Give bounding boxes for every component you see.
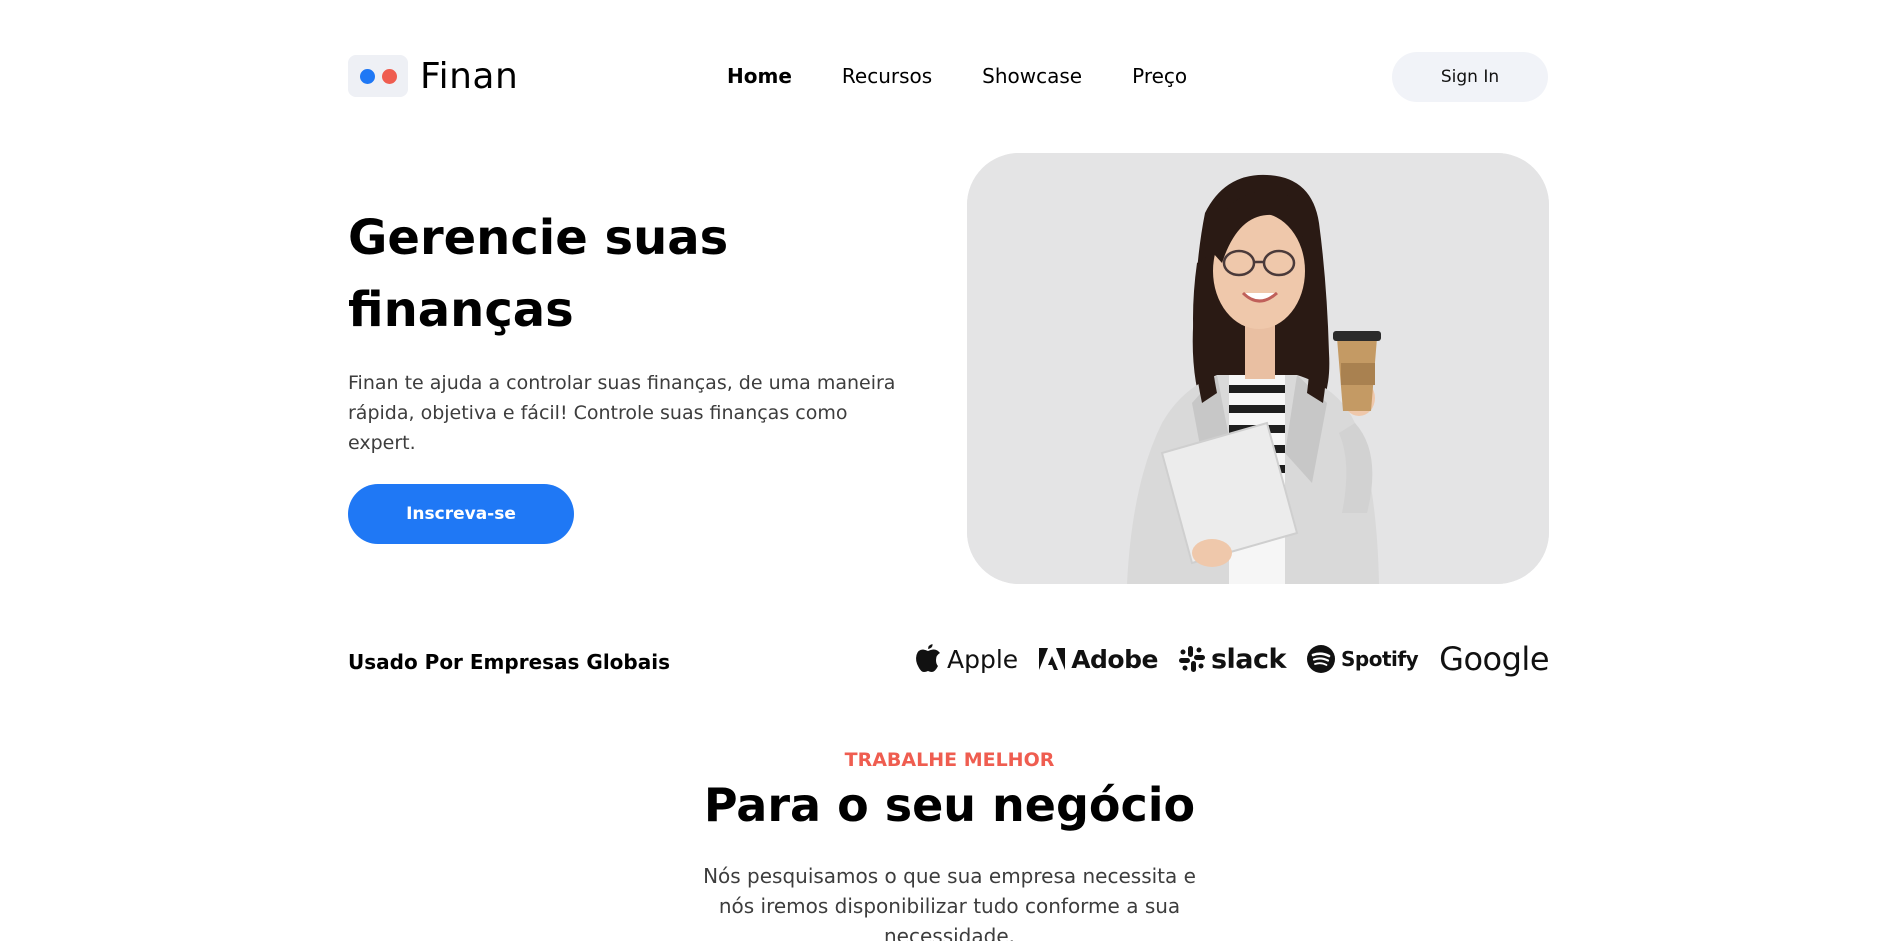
partner-logos: Apple Adobe slack Spotify Google	[915, 640, 1549, 678]
brand-slack-label: slack	[1210, 643, 1287, 675]
page: Finan Home Recursos Showcase Preço Sign …	[0, 0, 1899, 941]
section-eyebrow: TRABALHE MELHOR	[844, 749, 1055, 771]
section-description: Nós pesquisamos o que sua empresa necess…	[703, 864, 1196, 941]
adobe-icon	[1039, 648, 1066, 670]
slack-icon	[1178, 646, 1205, 672]
partners-label: Usado Por Empresas Globais	[348, 650, 670, 674]
sign-in-button[interactable]: Sign In	[1392, 52, 1548, 102]
spotify-icon	[1307, 645, 1336, 673]
main-nav: Home Recursos Showcase Preço	[727, 64, 1187, 88]
apple-icon	[916, 644, 940, 672]
hero-title-line-1: Gerencie suas	[348, 210, 729, 266]
hero-title-line-2: finanças	[348, 282, 574, 338]
brand-google-label: Google	[1439, 640, 1549, 678]
hero-image	[967, 153, 1549, 584]
nav-item-recursos[interactable]: Recursos	[842, 64, 932, 88]
logo[interactable]: Finan	[348, 55, 518, 97]
brand-spotify: Spotify	[1307, 645, 1419, 673]
logo-text: Finan	[420, 55, 519, 97]
brand-spotify-label: Spotify	[1341, 647, 1419, 671]
brand-adobe-label: Adobe	[1071, 644, 1158, 674]
hero-title: Gerencie suas finanças	[348, 202, 868, 346]
brand-apple: Apple	[915, 644, 1018, 674]
nav-item-preco[interactable]: Preço	[1132, 64, 1187, 88]
red-dot-icon	[381, 68, 397, 84]
brand-google: Google	[1439, 640, 1549, 678]
nav-item-showcase[interactable]: Showcase	[982, 64, 1082, 88]
logo-mark-icon	[348, 55, 408, 97]
section-title: Para o seu negócio	[703, 778, 1196, 832]
hero-description: Finan te ajuda a controlar suas finanças…	[348, 372, 896, 454]
brand-slack: slack	[1178, 643, 1287, 675]
woman-with-coffee-illustration	[967, 153, 1549, 584]
blue-dot-icon	[359, 68, 375, 84]
brand-adobe: Adobe	[1039, 645, 1158, 674]
signup-button[interactable]: Inscreva-se	[348, 484, 574, 544]
nav-item-home[interactable]: Home	[727, 64, 792, 88]
brand-apple-label: Apple	[947, 644, 1019, 674]
